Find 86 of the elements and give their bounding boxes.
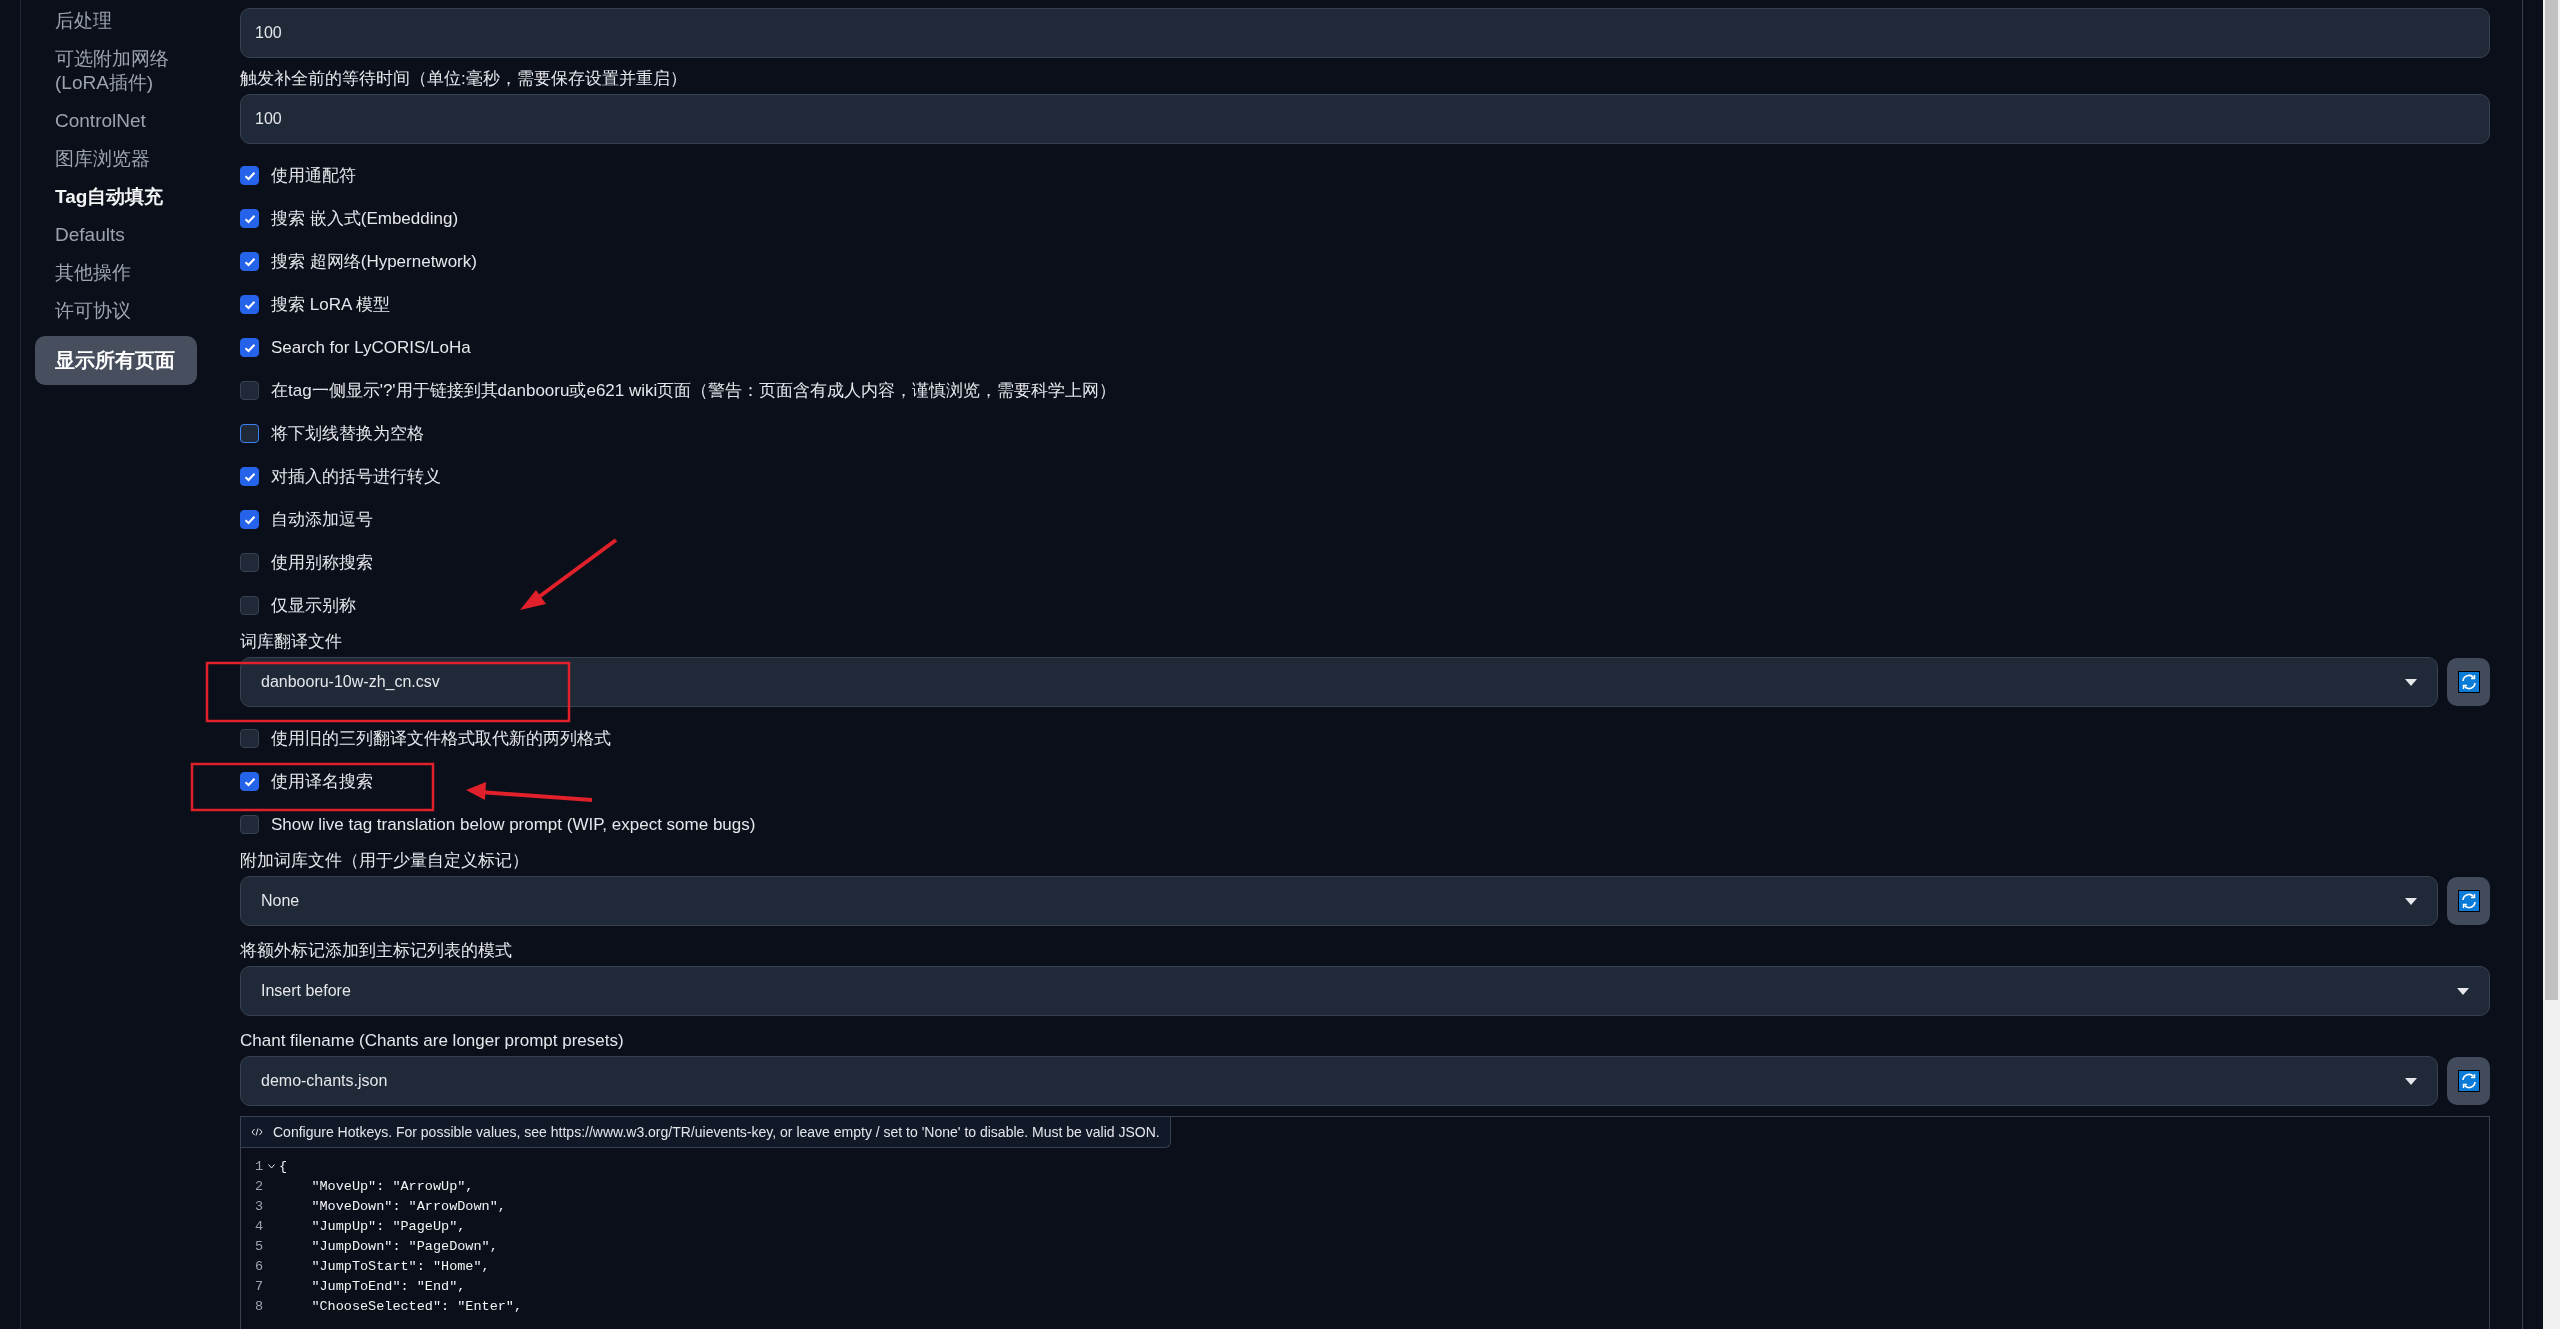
sidebar-item[interactable]: 许可协议 bbox=[35, 292, 219, 330]
checkbox[interactable] bbox=[240, 596, 259, 615]
checkbox-label: 使用译名搜索 bbox=[271, 771, 373, 793]
dropdown[interactable]: danbooru-10w-zh_cn.csv bbox=[240, 657, 2438, 707]
dropdown[interactable]: demo-chants.json bbox=[240, 1056, 2438, 1106]
sidebar-item[interactable]: 其他操作 bbox=[35, 254, 219, 292]
checkbox[interactable] bbox=[240, 381, 259, 400]
checkbox[interactable] bbox=[240, 209, 259, 228]
checkbox-label: 搜索 嵌入式(Embedding) bbox=[271, 208, 459, 230]
checkbox-label: 使用别称搜索 bbox=[271, 552, 373, 574]
show-all-pages-button[interactable]: 显示所有页面 bbox=[35, 336, 197, 385]
checkbox[interactable] bbox=[240, 295, 259, 314]
code-icon bbox=[251, 1128, 263, 1136]
checkbox-label: 搜索 LoRA 模型 bbox=[271, 294, 391, 316]
checkbox-label: Search for LyCORIS/LoHa bbox=[271, 337, 471, 358]
checkbox-label: 仅显示别称 bbox=[271, 595, 356, 617]
refresh-button[interactable] bbox=[2447, 877, 2490, 925]
sidebar-item[interactable]: 后处理 bbox=[35, 2, 219, 40]
checkbox[interactable] bbox=[240, 338, 259, 357]
line-number: 6 bbox=[253, 1258, 263, 1274]
sidebar-item[interactable]: 图库浏览器 bbox=[35, 140, 219, 178]
check-icon bbox=[243, 471, 256, 482]
refresh-icon bbox=[2457, 1070, 2480, 1092]
line-number: 7 bbox=[253, 1278, 263, 1294]
check-icon bbox=[243, 213, 256, 224]
fold-icon[interactable] bbox=[267, 1163, 275, 1169]
line-number: 8 bbox=[253, 1298, 263, 1314]
refresh-button[interactable] bbox=[2447, 658, 2490, 706]
refresh-icon bbox=[2457, 890, 2480, 912]
sidebar-item[interactable]: Defaults bbox=[35, 216, 219, 254]
caret-icon bbox=[2405, 1077, 2417, 1085]
checkbox[interactable] bbox=[240, 553, 259, 572]
check-icon bbox=[243, 299, 256, 310]
check-icon bbox=[243, 256, 256, 267]
line-number: 5 bbox=[253, 1238, 263, 1254]
code-line: "JumpToStart": "Home", bbox=[310, 1258, 490, 1274]
check-icon bbox=[243, 170, 256, 181]
code-line: { bbox=[279, 1158, 288, 1174]
code-line: "JumpToEnd": "End", bbox=[310, 1278, 466, 1294]
number-field[interactable]: 100 bbox=[240, 8, 2490, 58]
caret-icon bbox=[2405, 897, 2417, 905]
code-line: "JumpUp": "PageUp", bbox=[310, 1218, 466, 1234]
code-caption-text: Configure Hotkeys. For possible values, see https://www.w3.org/TR/uievents-key, or leave empty / set to 'None' to disable. Must be valid JSON. bbox=[273, 1124, 1160, 1140]
checkbox[interactable] bbox=[240, 252, 259, 271]
checkbox-label: 使用通配符 bbox=[271, 165, 356, 187]
sidebar-item[interactable]: 可选附加网络 (LoRA插件) bbox=[35, 40, 219, 102]
refresh-icon bbox=[2457, 671, 2480, 693]
code-line: "ChooseSelected": "Enter", bbox=[310, 1298, 523, 1314]
sidebar-item[interactable]: ControlNet bbox=[35, 102, 219, 140]
refresh-button[interactable] bbox=[2447, 1057, 2490, 1105]
sidebar-item[interactable]: Tag自动填充 bbox=[35, 178, 219, 216]
check-icon bbox=[243, 776, 256, 787]
number-field[interactable]: 100 bbox=[240, 94, 2490, 144]
checkbox[interactable] bbox=[240, 467, 259, 486]
checkbox[interactable] bbox=[240, 772, 259, 791]
line-number: 1 bbox=[253, 1158, 263, 1174]
caret-icon bbox=[2405, 678, 2417, 686]
check-icon bbox=[243, 514, 256, 525]
line-number: 4 bbox=[253, 1218, 263, 1234]
field-label: 附加词库文件（用于少量自定义标记） bbox=[240, 850, 529, 872]
code-line: "MoveUp": "ArrowUp", bbox=[310, 1178, 474, 1194]
field-label: 词库翻译文件 bbox=[240, 631, 342, 653]
checkbox[interactable] bbox=[240, 729, 259, 748]
check-icon bbox=[243, 342, 256, 353]
checkbox-label: 将下划线替换为空格 bbox=[271, 423, 424, 445]
checkbox-label: Show live tag translation below prompt (WIP, expect some bugs) bbox=[271, 814, 756, 835]
caret-icon bbox=[2457, 987, 2469, 995]
field-label: 触发补全前的等待时间（单位:毫秒，需要保存设置并重启） bbox=[240, 68, 687, 90]
checkbox-label: 使用旧的三列翻译文件格式取代新的两列格式 bbox=[271, 728, 611, 750]
checkbox-label: 搜索 超网络(Hypernetwork) bbox=[271, 251, 477, 273]
checkbox[interactable] bbox=[240, 815, 259, 834]
line-number: 3 bbox=[253, 1198, 263, 1214]
field-label: Chant filename (Chants are longer prompt presets) bbox=[240, 1030, 624, 1052]
dropdown[interactable]: Insert before bbox=[240, 966, 2490, 1016]
scrollbar[interactable] bbox=[2543, 0, 2560, 1329]
checkbox-label: 对插入的括号进行转义 bbox=[271, 466, 441, 488]
checkbox[interactable] bbox=[240, 424, 259, 443]
checkbox-label: 自动添加逗号 bbox=[271, 509, 373, 531]
checkbox-label: 在tag一侧显示'?'用于链接到其danbooru或e621 wiki页面（警告：页面含有成人内容，谨慎浏览，需要科学上网） bbox=[271, 380, 1117, 402]
code-line: "MoveDown": "ArrowDown", bbox=[310, 1198, 506, 1214]
checkbox[interactable] bbox=[240, 166, 259, 185]
field-label: 将额外标记添加到主标记列表的模式 bbox=[240, 940, 512, 962]
checkbox[interactable] bbox=[240, 510, 259, 529]
line-number: 2 bbox=[253, 1178, 263, 1194]
code-line: "JumpDown": "PageDown", bbox=[310, 1238, 498, 1254]
dropdown[interactable]: None bbox=[240, 876, 2438, 926]
